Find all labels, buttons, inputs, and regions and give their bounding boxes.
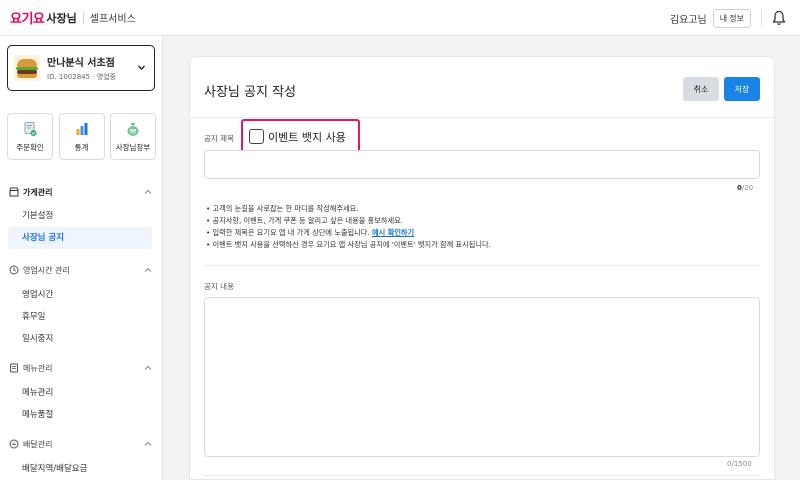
cancel-button[interactable]: 취소 xyxy=(683,77,719,101)
user-area: 김요고님 내 정보 xyxy=(670,0,786,36)
event-badge-label[interactable]: 이벤트 뱃지 사용 xyxy=(268,129,346,145)
guide-note-text: 입력한 제목은 요기요 앱 내 가게 상단에 노출됩니다. xyxy=(212,228,370,237)
title-char-counter: 0/20 xyxy=(737,184,753,192)
title-char-max: /20 xyxy=(741,184,754,192)
shortcut-bar: 주문확인 통계 ₩ 사장님장부 xyxy=(7,113,156,160)
guide-note: 공지사항, 이벤트, 가게 쿠폰 등 알리고 싶은 내용을 홍보하세요. xyxy=(206,215,491,227)
nav-section-header[interactable]: 가게관리 xyxy=(0,184,162,200)
brand-divider xyxy=(82,11,84,24)
sidebar-item-menu-management[interactable]: 메뉴관리 xyxy=(8,382,152,404)
notice-content-textarea[interactable] xyxy=(204,297,760,457)
chevron-up-icon[interactable] xyxy=(144,440,152,448)
store-thumbnail xyxy=(14,55,40,81)
content-char-counter: 0/1500 xyxy=(727,460,752,468)
shortcut-label: 주문확인 xyxy=(16,142,44,152)
section-divider xyxy=(204,265,760,266)
example-link[interactable]: 예시 확인하기 xyxy=(372,228,414,237)
page-title: 사장님 공지 작성 xyxy=(204,85,296,100)
sidebar-item-business-hours[interactable]: 영업시간 xyxy=(8,284,152,306)
sidebar-item-pause[interactable]: 일시중지 xyxy=(8,328,152,350)
notice-content-label: 공지 내용 xyxy=(204,282,234,291)
sidebar-item-basic-settings[interactable]: 기본설정 xyxy=(8,205,152,227)
sidebar: 만나분식 서초점 ID. 1002845 · 영업중 주문확인 통계 ₩ 사장님… xyxy=(0,36,163,480)
sidebar-item-owner-notice[interactable]: 사장님 공지 xyxy=(8,227,152,249)
nav-section-label: 메뉴관리 xyxy=(23,363,53,373)
nav-section-label: 영업시간 관리 xyxy=(23,265,70,275)
store-icon xyxy=(9,187,19,197)
guide-note: 고객의 눈길을 사로잡는 한 마디를 작성해주세요. xyxy=(206,203,491,215)
menu-list-icon xyxy=(10,363,18,373)
chevron-down-icon[interactable] xyxy=(137,63,146,72)
nav-section-delivery: 배달관리 배달지역/배달요금 xyxy=(0,436,162,480)
chevron-up-icon[interactable] xyxy=(144,188,152,196)
shortcut-stats[interactable]: 통계 xyxy=(58,113,105,160)
clock-icon xyxy=(9,265,19,275)
user-name: 김요고님 xyxy=(669,14,707,26)
nav-section-label: 가게관리 xyxy=(23,187,53,197)
header-divider xyxy=(190,117,776,118)
brand[interactable]: 요기요 사장님 셀프서비스 xyxy=(10,8,136,27)
nav-section-header[interactable]: 배달관리 xyxy=(0,436,162,452)
notice-editor-card: 사장님 공지 작성 취소 저장 공지 제목 이벤트 뱃지 사용 0/20 고객의… xyxy=(189,56,776,480)
svg-text:₩: ₩ xyxy=(130,127,137,135)
store-name: 만나분식 서초점 xyxy=(47,58,115,69)
shortcut-label: 통계 xyxy=(74,142,89,152)
bottom-divider xyxy=(204,475,760,476)
event-badge-checkbox[interactable] xyxy=(249,129,264,144)
topbar-divider xyxy=(761,10,762,26)
order-check-icon xyxy=(24,121,37,136)
shortcut-order-check[interactable]: 주문확인 xyxy=(7,113,53,160)
top-bar: 요기요 사장님 셀프서비스 김요고님 내 정보 xyxy=(0,0,800,36)
money-bag-icon: ₩ xyxy=(127,122,139,136)
nav-section-menu: 메뉴관리 메뉴관리 메뉴품절 xyxy=(0,360,162,426)
nav-section-hours: 영업시간 관리 영업시간 휴무일 일시중지 xyxy=(0,262,162,350)
guide-note: 입력한 제목은 요기요 앱 내 가게 상단에 노출됩니다. 예시 확인하기 xyxy=(206,227,491,239)
stats-chart-icon xyxy=(76,122,87,135)
nav-section-store: 가게관리 기본설정 사장님 공지 xyxy=(0,184,162,249)
sidebar-item-holidays[interactable]: 휴무일 xyxy=(8,306,152,328)
service-label: 셀프서비스 xyxy=(89,14,136,25)
shortcut-label: 사장님장부 xyxy=(115,142,151,152)
guide-notes: 고객의 눈길을 사로잡는 한 마디를 작성해주세요. 공지사항, 이벤트, 가게… xyxy=(206,203,491,251)
my-info-button[interactable]: 내 정보 xyxy=(712,8,751,28)
sidebar-item-menu-soldout[interactable]: 메뉴품절 xyxy=(8,404,152,426)
notice-title-label: 공지 제목 xyxy=(204,134,234,143)
yogiyo-logo[interactable]: 요기요 xyxy=(10,8,45,27)
nav-section-header[interactable]: 영업시간 관리 xyxy=(0,262,162,278)
bell-icon[interactable] xyxy=(772,10,786,26)
notice-title-input[interactable] xyxy=(204,150,760,179)
nav-section-header[interactable]: 메뉴관리 xyxy=(0,360,162,376)
sidebar-item-delivery-area[interactable]: 배달지역/배달요금 xyxy=(8,458,152,480)
shortcut-ledger[interactable]: ₩ 사장님장부 xyxy=(110,113,156,160)
chevron-up-icon[interactable] xyxy=(144,266,152,274)
nav-section-label: 배달관리 xyxy=(23,439,53,449)
chevron-up-icon[interactable] xyxy=(144,364,152,372)
delivery-icon xyxy=(9,439,19,449)
content-char-max: /1500 xyxy=(731,460,752,468)
guide-note: 이벤트 뱃지 사용을 선택하신 경우 요기요 앱 사장님 공지에 '이벤트' 뱃… xyxy=(206,239,491,251)
store-selector[interactable]: 만나분식 서초점 ID. 1002845 · 영업중 xyxy=(7,45,155,91)
save-button[interactable]: 저장 xyxy=(724,77,760,101)
owner-label: 사장님 xyxy=(46,11,77,25)
store-id: ID. 1002845 · 영업중 xyxy=(47,73,117,81)
